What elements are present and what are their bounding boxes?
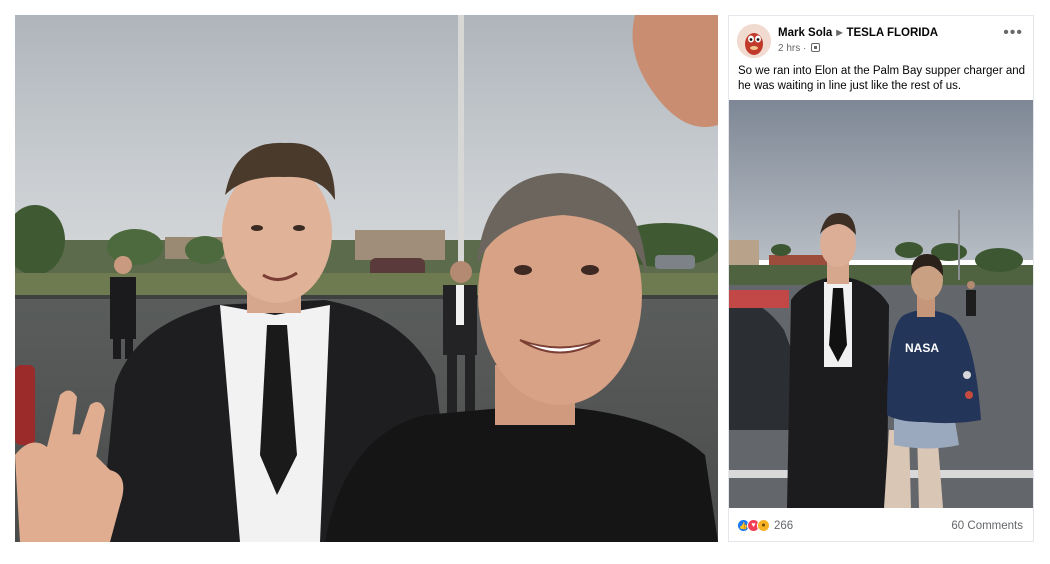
post-footer: 👍 ♥ ● 266 60 Comments [729, 514, 1033, 538]
reaction-count: 266 [774, 519, 794, 532]
group-name[interactable]: TESLA FLORIDA [846, 27, 938, 39]
avatar-image [737, 24, 771, 58]
ellipsis-icon[interactable]: ••• [1003, 24, 1023, 42]
post-photo[interactable]: NASA [729, 100, 1033, 508]
avatar[interactable] [737, 24, 771, 58]
comments-link[interactable]: 60 Comments [951, 520, 1023, 532]
reactions-summary[interactable]: 👍 ♥ ● 266 [737, 519, 793, 532]
selfie-illustration [15, 15, 718, 542]
facebook-post: Mark Sola ▶ TESLA FLORIDA 2 hrs · ••• So w… [728, 15, 1034, 542]
triangle-right-icon: ▶ [836, 28, 843, 37]
sweater-text-graphic: NASA [905, 341, 939, 355]
privacy-icon [811, 43, 821, 52]
selfie-photo [15, 15, 718, 542]
post-text: So we ran into Elon at the Palm Bay supp… [738, 65, 1026, 92]
author-name[interactable]: Mark Sola [778, 27, 832, 39]
post-meta: 2 hrs · [778, 43, 821, 54]
post-time[interactable]: 2 hrs [778, 43, 800, 54]
meta-separator: · [803, 43, 807, 54]
wow-icon: ● [757, 519, 770, 532]
post-photo-illustration: NASA [729, 100, 1033, 508]
post-author-line: Mark Sola ▶ TESLA FLORIDA [778, 27, 938, 39]
